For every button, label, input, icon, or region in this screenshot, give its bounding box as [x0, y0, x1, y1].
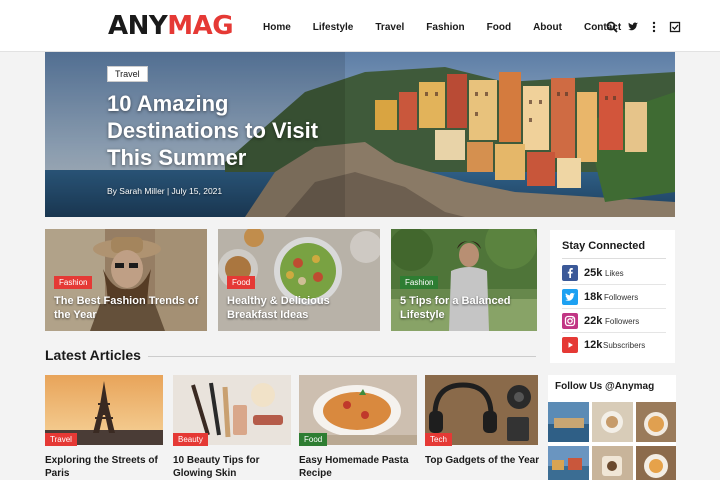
instagram-thumbnail[interactable]: [592, 446, 633, 480]
hero-category-tag[interactable]: Travel: [107, 66, 148, 82]
nav-home[interactable]: Home: [263, 22, 291, 33]
search-icon[interactable]: [606, 20, 618, 33]
nav-food[interactable]: Food: [487, 22, 511, 33]
nav-travel[interactable]: Travel: [375, 22, 404, 33]
instagram-thumbnail[interactable]: [548, 446, 589, 480]
article-card-pasta[interactable]: Food Easy Homemade Pasta Recipe: [299, 375, 417, 480]
social-count: 22k: [584, 315, 603, 327]
twitter-icon[interactable]: [562, 289, 578, 305]
social-count: 18k: [584, 291, 603, 303]
instagram-thumbnail[interactable]: [636, 446, 677, 480]
social-row-facebook[interactable]: 25k Likes: [562, 261, 666, 285]
nav-fashion[interactable]: Fashion: [426, 22, 464, 33]
hero-title[interactable]: 10 Amazing Destinations to Visit This Su…: [107, 90, 327, 171]
article-title[interactable]: Exploring the Streets of Paris: [45, 454, 163, 480]
social-label: Subscribers: [603, 341, 646, 350]
article-category-tag[interactable]: Beauty: [173, 433, 208, 446]
more-icon[interactable]: [648, 20, 660, 33]
stay-connected-title: Stay Connected: [562, 240, 646, 252]
follow-us-widget: Follow Us @Anymag: [548, 375, 676, 480]
feature-card-fashion-trends[interactable]: Fashion The Best Fashion Trends of the Y…: [45, 229, 207, 331]
social-count: 25k: [584, 267, 603, 279]
feature-card-breakfast[interactable]: Food Healthy & Delicious Breakfast Ideas: [218, 229, 380, 331]
social-label: Followers: [604, 293, 639, 302]
social-label: Followers: [605, 317, 640, 326]
latest-articles-heading: Latest Articles: [45, 347, 141, 363]
checkbox-icon[interactable]: [669, 20, 681, 33]
stay-connected-widget: Stay Connected 25k Likes 18k Followers 2…: [550, 230, 675, 363]
facebook-icon[interactable]: [562, 265, 578, 281]
instagram-thumbnail[interactable]: [548, 402, 589, 442]
article-title[interactable]: Easy Homemade Pasta Recipe: [299, 454, 417, 480]
card-category-tag[interactable]: Fashion: [54, 276, 93, 289]
divider: [562, 258, 666, 259]
main-nav: Home Lifestyle Travel Fashion Food About…: [263, 22, 643, 33]
article-category-tag[interactable]: Travel: [45, 433, 77, 446]
youtube-icon[interactable]: [562, 337, 578, 353]
card-title[interactable]: 5 Tips for a Balanced Lifestyle: [400, 294, 550, 322]
social-row-instagram[interactable]: 22k Followers: [562, 309, 666, 333]
feature-card-balanced-lifestyle[interactable]: Fashion 5 Tips for a Balanced Lifestyle: [391, 229, 553, 331]
article-category-tag[interactable]: Food: [299, 433, 328, 446]
divider: [148, 356, 536, 357]
hero-meta: By Sarah Miller | July 15, 2021: [107, 186, 223, 196]
card-title[interactable]: Healthy & Delicious Breakfast Ideas: [227, 294, 377, 322]
instagram-thumbnail[interactable]: [592, 402, 633, 442]
article-card-paris[interactable]: Travel Exploring the Streets of Paris: [45, 375, 163, 480]
follow-us-title: Follow Us @Anymag: [555, 381, 655, 392]
social-row-twitter[interactable]: 18k Followers: [562, 285, 666, 309]
nav-about[interactable]: About: [533, 22, 562, 33]
instagram-thumbnail[interactable]: [636, 402, 677, 442]
site-header: ANYMAG Home Lifestyle Travel Fashion Foo…: [0, 0, 720, 52]
logo-part-any: ANY: [108, 11, 168, 41]
social-row-youtube[interactable]: 12k Subscribers: [562, 333, 666, 357]
twitter-icon[interactable]: [627, 20, 639, 32]
article-title[interactable]: Top Gadgets of the Year: [425, 454, 543, 467]
logo-part-mag: MAG: [167, 11, 234, 41]
hero-feature[interactable]: Travel 10 Amazing Destinations to Visit …: [45, 52, 675, 217]
card-title[interactable]: The Best Fashion Trends of the Year: [54, 294, 204, 322]
nav-lifestyle[interactable]: Lifestyle: [313, 22, 354, 33]
article-card-beauty[interactable]: Beauty 10 Beauty Tips for Glowing Skin: [173, 375, 291, 480]
social-label: Likes: [605, 269, 624, 278]
article-title[interactable]: 10 Beauty Tips for Glowing Skin: [173, 454, 291, 480]
header-icons: [606, 20, 681, 33]
site-logo[interactable]: ANYMAG: [108, 10, 234, 42]
instagram-icon[interactable]: [562, 313, 578, 329]
card-category-tag[interactable]: Food: [227, 276, 256, 289]
card-category-tag[interactable]: Fashion: [400, 276, 439, 289]
page: ANYMAG Home Lifestyle Travel Fashion Foo…: [0, 0, 720, 480]
article-card-gadgets[interactable]: Tech Top Gadgets of the Year: [425, 375, 543, 480]
article-category-tag[interactable]: Tech: [425, 433, 452, 446]
social-count: 12k: [584, 339, 603, 351]
